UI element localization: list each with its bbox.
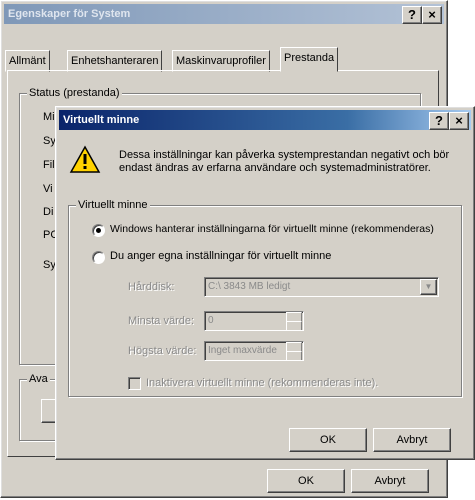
status-row-label: Fil bbox=[43, 159, 55, 171]
min-label: Minsta värde: bbox=[128, 315, 195, 327]
close-button[interactable]: × bbox=[449, 112, 469, 130]
status-row-label: Mi bbox=[43, 111, 55, 123]
cancel-button[interactable]: Avbryt bbox=[373, 428, 451, 452]
disable-checkbox[interactable] bbox=[128, 377, 141, 390]
ok-button[interactable]: OK bbox=[289, 428, 367, 452]
ok-button[interactable]: OK bbox=[267, 469, 345, 493]
tab-maskinvaruprofiler[interactable]: Maskinvaruprofiler bbox=[172, 50, 270, 72]
disk-label: Hårddisk: bbox=[128, 281, 175, 293]
max-value: Inget maxvärde bbox=[208, 345, 277, 356]
status-legend: Status (prestanda) bbox=[27, 87, 122, 99]
status-row-label: Sy bbox=[43, 135, 56, 147]
custom-settings-label[interactable]: Du anger egna inställningar för virtuell… bbox=[110, 250, 331, 262]
tab-allmant[interactable]: Allmänt bbox=[5, 50, 50, 72]
status-row-label: Vi bbox=[43, 183, 53, 195]
spin-down-icon[interactable] bbox=[286, 321, 302, 330]
status-row-label: Sy bbox=[43, 259, 56, 271]
disable-label: Inaktivera virtuellt minne (rekommendera… bbox=[146, 377, 379, 389]
windows-manages-radio[interactable] bbox=[92, 224, 105, 237]
min-value: 0 bbox=[208, 315, 214, 326]
system-properties-titlebar[interactable]: Egenskaper för System ? × bbox=[4, 4, 444, 24]
max-value-field[interactable]: Inget maxvärde bbox=[204, 341, 304, 361]
custom-settings-radio[interactable] bbox=[92, 251, 105, 264]
dropdown-arrow-icon[interactable]: ▼ bbox=[420, 279, 437, 295]
spin-down-icon[interactable] bbox=[286, 351, 302, 360]
tab-prestanda[interactable]: Prestanda bbox=[280, 47, 339, 72]
tab-enhetshanteraren[interactable]: Enhetshanteraren bbox=[67, 50, 163, 72]
help-button[interactable]: ? bbox=[429, 112, 449, 130]
status-row-label: Di bbox=[43, 206, 54, 218]
max-label: Högsta värde: bbox=[128, 345, 197, 357]
virtual-memory-legend: Virtuellt minne bbox=[76, 199, 150, 211]
windows-manages-label[interactable]: Windows hanterar inställningarna för vir… bbox=[110, 223, 434, 235]
system-properties-title: Egenskaper för System bbox=[8, 8, 131, 20]
warning-text: Dessa inställningar kan påverka systempr… bbox=[119, 149, 450, 174]
virtual-memory-title: Virtuellt minne bbox=[63, 114, 140, 126]
close-button[interactable]: × bbox=[422, 6, 442, 24]
virtual-memory-titlebar[interactable]: Virtuellt minne ? × bbox=[59, 110, 471, 130]
advanced-legend: Ava bbox=[27, 373, 50, 385]
disk-select[interactable]: C:\ 3843 MB ledigt ▼ bbox=[204, 277, 439, 297]
cancel-button[interactable]: Avbryt bbox=[351, 469, 429, 493]
warning-icon bbox=[69, 145, 101, 173]
min-value-field[interactable]: 0 bbox=[204, 311, 304, 331]
help-button[interactable]: ? bbox=[402, 6, 422, 24]
disk-value: C:\ 3843 MB ledigt bbox=[208, 281, 291, 292]
virtual-memory-dialog: Virtuellt minne ? × Dessa inställningar … bbox=[55, 106, 475, 460]
